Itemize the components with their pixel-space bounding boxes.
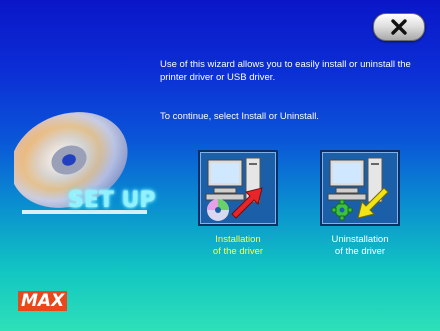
instruction-text: To continue, select Install or Uninstall… xyxy=(160,111,319,122)
setup-label: SET UP xyxy=(68,188,156,213)
install-label-line1: Installation xyxy=(215,234,261,245)
uninstall-label-line1: Uninstallation xyxy=(331,234,389,245)
max-logo: MAX xyxy=(18,291,68,311)
intro-text: Use of this wizard allows you to easily … xyxy=(160,59,411,83)
cd-graphic: SET UP xyxy=(14,108,164,228)
uninstall-driver-button[interactable] xyxy=(320,150,400,226)
uninstall-label-line2: of the driver xyxy=(334,246,386,257)
setup-wizard-window: Use of this wizard allows you to easily … xyxy=(0,0,440,331)
close-button[interactable] xyxy=(373,13,425,41)
uninstall-driver-option[interactable]: Uninstallation of the driver xyxy=(318,150,402,258)
uninstall-option-label: Uninstallation of the driver xyxy=(318,234,402,258)
install-option-label: Installation of the driver xyxy=(196,234,280,258)
install-label-line2: of the driver xyxy=(212,246,264,257)
uninstall-driver-icon xyxy=(327,157,389,221)
install-driver-option[interactable]: Installation of the driver xyxy=(196,150,280,258)
close-icon xyxy=(391,19,407,35)
install-driver-icon xyxy=(205,157,263,221)
install-driver-button[interactable] xyxy=(198,150,278,226)
